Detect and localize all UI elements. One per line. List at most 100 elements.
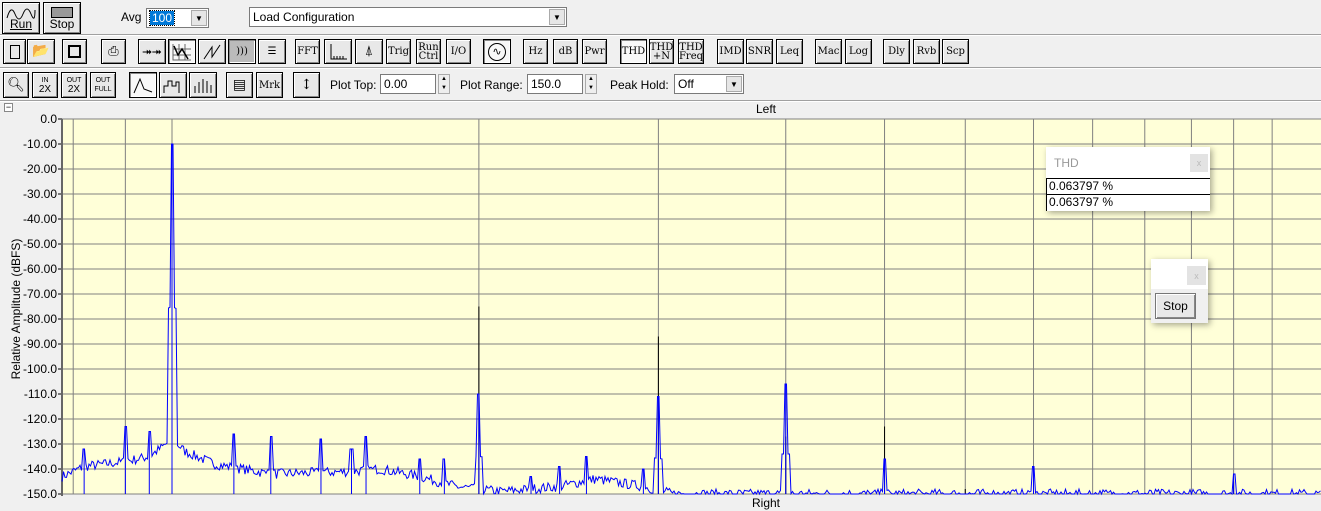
thd-n-button[interactable]: THD +N <box>649 39 674 64</box>
peak-hold-select[interactable]: Off ▼ <box>674 74 744 94</box>
dly-button[interactable]: Dly <box>883 39 910 64</box>
zoom-button[interactable]: 🔍︎ <box>3 72 29 98</box>
configuration-select[interactable]: Load Configuration ▼ <box>249 7 567 27</box>
dly-label: Dly <box>888 46 905 57</box>
step-plot-button[interactable] <box>159 72 187 98</box>
zoom-out-full-button[interactable]: OUT FULL <box>90 72 116 98</box>
stop-label: Stop <box>49 17 75 31</box>
fft-button[interactable]: FFT <box>295 39 320 64</box>
trig-button[interactable]: Trig <box>386 39 411 64</box>
zoom-in-2x-button[interactable]: IN 2X <box>32 72 58 98</box>
waterfall-button[interactable]: ☰ <box>258 39 286 64</box>
new-file-icon <box>9 44 20 59</box>
plot-top-spinner[interactable]: ▲ ▼ <box>438 74 450 94</box>
floppy-icon <box>68 45 81 58</box>
thd-button[interactable]: THD <box>620 39 647 64</box>
fft-label: FFT <box>297 46 318 57</box>
io-button[interactable]: I/O <box>446 39 471 64</box>
plot-range-label: Plot Range: <box>460 78 523 92</box>
scp-label: Scp <box>946 46 965 57</box>
fast-forward-icon: ⯮⯮ <box>142 44 162 58</box>
autoscale-button[interactable]: ↕ <box>293 72 320 98</box>
spectrogram-icon: ))) <box>236 46 248 57</box>
y-tick-label: -60.00 <box>23 262 57 276</box>
run-label: Run <box>9 16 32 31</box>
hz-button[interactable]: Hz <box>523 39 548 64</box>
run-button[interactable]: Run <box>2 2 40 34</box>
db-button[interactable]: dB <box>553 39 578 64</box>
snr-button[interactable]: SNR <box>746 39 773 64</box>
imd-button[interactable]: IMD <box>717 39 744 64</box>
calibrate-button[interactable]: ⍋ <box>355 39 383 64</box>
y-tick-label: -80.00 <box>23 312 57 326</box>
bar-plot-button[interactable] <box>189 72 217 98</box>
open-file-button[interactable]: 📂 <box>27 39 55 64</box>
line-plot-button[interactable] <box>129 72 157 98</box>
db-label: dB <box>558 46 573 57</box>
zoom-full-label-2: FULL <box>94 86 112 93</box>
plot-top-input[interactable]: 0.00 <box>380 74 436 94</box>
open-folder-icon: 📂 <box>32 43 50 59</box>
leq-button[interactable]: Leq <box>776 39 803 64</box>
avg-select[interactable]: 100 ▼ <box>146 8 209 28</box>
thd-freq-button[interactable]: THD Freq <box>678 39 704 64</box>
y-tick-label: 0.0 <box>40 112 57 126</box>
thd-n-label-2: +N <box>652 50 671 62</box>
zoom-in-label-2: 2X <box>38 84 52 95</box>
plot-range-spinner[interactable]: ▲ ▼ <box>585 74 597 94</box>
sawtooth-button[interactable] <box>198 39 226 64</box>
y-tick-label: -70.00 <box>23 287 57 301</box>
zoom-out-2x-button[interactable]: OUT 2X <box>61 72 87 98</box>
hz-label: Hz <box>528 46 543 57</box>
log-label: Log <box>848 46 869 57</box>
mac-button[interactable]: Mac <box>815 39 842 64</box>
rvb-button[interactable]: Rvb <box>913 39 940 64</box>
y-tick-label: -150.0 <box>23 487 57 501</box>
close-icon[interactable]: x <box>1187 266 1206 285</box>
axis-button[interactable] <box>324 39 352 64</box>
generator-button[interactable]: ∿ <box>483 39 511 64</box>
thd-freq-label-2: Freq <box>678 50 704 62</box>
snr-label: SNR <box>747 46 772 57</box>
plot-range-input[interactable]: 150.0 <box>527 74 583 94</box>
stop-popup-button[interactable]: Stop <box>1155 293 1196 319</box>
rvb-label: Rvb <box>916 46 937 57</box>
spectrogram-button[interactable]: ))) <box>228 39 256 64</box>
io-label: I/O <box>450 46 467 57</box>
chevron-down-icon: ▼ <box>726 76 742 92</box>
y-tick-label: -20.00 <box>23 162 57 176</box>
spectrum-grid-icon <box>172 43 191 60</box>
save-button[interactable] <box>62 39 87 64</box>
chevron-down-icon: ▼ <box>191 10 207 26</box>
y-tick-label: -130.0 <box>23 437 57 451</box>
marker-button[interactable]: Mrk <box>256 72 283 98</box>
log-button[interactable]: Log <box>845 39 872 64</box>
new-file-button[interactable] <box>3 39 26 64</box>
stop-button[interactable]: Stop <box>43 2 81 34</box>
y-tick-label: -90.00 <box>23 337 57 351</box>
pwr-button[interactable]: Pwr <box>582 39 607 64</box>
peak-hold-value: Off <box>678 77 694 91</box>
axis-ruler-icon <box>330 43 347 59</box>
y-tick-label: -120.0 <box>23 412 57 426</box>
sawtooth-icon <box>203 44 221 59</box>
peak-hold-label: Peak Hold: <box>610 78 669 92</box>
magnifier-icon: 🔍︎ <box>7 76 25 93</box>
table-view-button[interactable]: ▤ <box>226 72 253 98</box>
trig-label: Trig <box>387 46 410 57</box>
y-tick-label: -100.0 <box>23 362 57 376</box>
thd-value-1: 0.063797 % <box>1046 178 1210 195</box>
forward-button[interactable]: ⯮⯮ <box>138 39 166 64</box>
mrk-label: Mrk <box>258 79 281 91</box>
close-icon[interactable]: x <box>1190 154 1208 172</box>
imd-label: IMD <box>719 46 742 57</box>
scp-button[interactable]: Scp <box>942 39 969 64</box>
spectrum-view-button[interactable] <box>168 39 196 64</box>
y-tick-label: -50.00 <box>23 237 57 251</box>
chevron-down-icon: ▼ <box>549 9 565 25</box>
waterfall-icon: ☰ <box>267 46 277 57</box>
line-peak-icon <box>133 77 153 94</box>
run-ctrl-button[interactable]: Run Ctrl <box>416 39 441 64</box>
compass-icon: ⍋ <box>364 43 374 59</box>
print-button[interactable]: ⎙ <box>101 39 126 64</box>
